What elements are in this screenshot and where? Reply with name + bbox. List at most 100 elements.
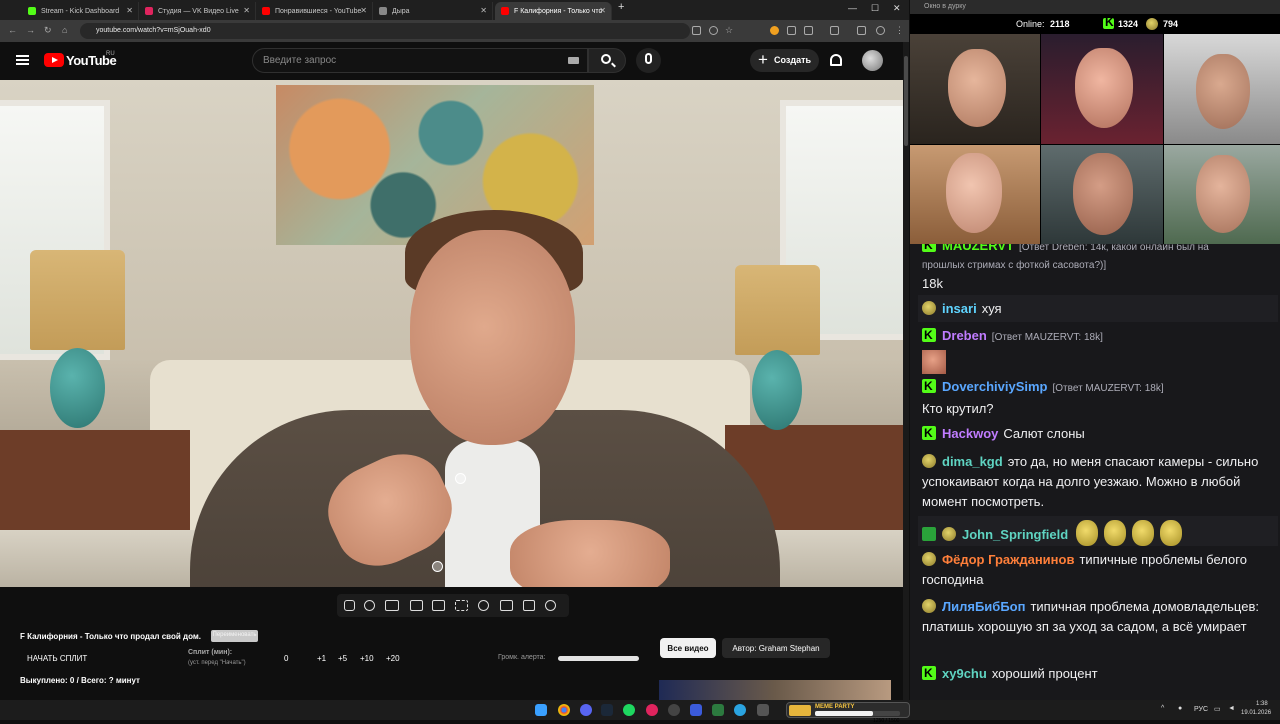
voice-search-button[interactable] (636, 48, 661, 73)
close-window-icon[interactable]: ✕ (893, 3, 901, 14)
chat-username[interactable]: dima_kgd (942, 454, 1003, 469)
chat-username[interactable]: Hackwoy (942, 426, 998, 441)
steam-icon[interactable] (601, 704, 613, 716)
create-button[interactable]: Создать (750, 49, 819, 72)
kick-badge-icon (922, 376, 936, 396)
bookmark-star-icon[interactable]: ☆ (725, 25, 733, 36)
reload-icon[interactable]: ↻ (44, 25, 52, 36)
page-favicon-icon (379, 7, 387, 15)
telegram-icon[interactable] (734, 704, 746, 716)
cast-icon[interactable] (692, 26, 701, 35)
back-icon[interactable]: ← (8, 25, 17, 35)
app-icon[interactable] (712, 704, 724, 716)
scrollbar-thumb[interactable] (904, 56, 908, 146)
youtube-logo-icon[interactable] (44, 53, 64, 67)
search-input[interactable]: Введите запрос (252, 48, 588, 73)
chat-username[interactable]: DoverchiviySimp (942, 379, 1048, 394)
avatar[interactable] (862, 50, 883, 71)
chat-username[interactable]: John_Springfield (962, 527, 1068, 542)
chat-username[interactable]: insari (942, 301, 977, 316)
search-button[interactable] (588, 48, 626, 73)
alert-volume-slider[interactable] (558, 656, 639, 661)
start-windows-icon[interactable] (535, 704, 547, 716)
app-icon[interactable] (757, 704, 769, 716)
chat-username[interactable]: Dreben (942, 328, 987, 343)
speed-icon[interactable] (478, 600, 489, 611)
page-scrollbar[interactable] (903, 42, 909, 700)
app-icon[interactable] (646, 704, 658, 716)
video-player[interactable] (0, 80, 903, 587)
new-tab-button[interactable]: + (618, 1, 624, 13)
rename-button[interactable]: Переименовать (211, 630, 258, 642)
extension-icon[interactable] (770, 26, 779, 35)
miniplayer-icon[interactable] (455, 600, 468, 611)
zoom-icon[interactable] (709, 26, 718, 35)
home-icon[interactable]: ⌂ (62, 25, 67, 35)
chrome-icon[interactable] (558, 704, 570, 716)
increment-10-button[interactable]: +10 (360, 654, 374, 663)
menu-dots-icon[interactable]: ⋮ (895, 25, 904, 36)
user-avatar-badge-icon (922, 552, 936, 566)
add-icon[interactable] (500, 600, 513, 611)
increment-5-button[interactable]: +5 (338, 654, 347, 663)
meme-party-value: 1250 / 1500 (873, 718, 900, 724)
profile-icon[interactable] (876, 26, 885, 35)
clock-date[interactable]: 19.01.2026 (1241, 710, 1271, 716)
chat-username[interactable]: xy9chu (942, 666, 987, 681)
tray-chevron-icon[interactable]: ^ (1161, 705, 1164, 712)
clock-time[interactable]: 1:38 (1256, 701, 1268, 707)
maximize-icon[interactable]: ☐ (871, 3, 879, 14)
online-count: 2118 (1050, 19, 1070, 29)
obs-icon[interactable] (668, 704, 680, 716)
tab-kick-dashboard[interactable]: Stream - Kick Dashboard ✕ (22, 2, 139, 20)
tab-close-icon[interactable]: ✕ (599, 6, 606, 15)
keyboard-icon[interactable] (568, 57, 579, 64)
settings-gear-icon[interactable] (545, 600, 556, 611)
network-icon[interactable]: ▭ (1214, 705, 1221, 713)
media-player-icon[interactable] (690, 704, 702, 716)
chat-reply: [Ответ MAUZERVT: 18k] (991, 332, 1103, 343)
puzzle-icon[interactable] (804, 26, 813, 35)
preview-icon[interactable] (385, 600, 399, 611)
tab-dyra[interactable]: Дыра ✕ (373, 2, 493, 20)
tab-close-icon[interactable]: ✕ (360, 6, 367, 15)
menu-icon[interactable] (16, 55, 29, 65)
chat-username[interactable]: ЛиляБибБоп (942, 599, 1025, 614)
author-chip[interactable]: Автор: Graham Stephan (722, 638, 830, 658)
tab-close-icon[interactable]: ✕ (126, 6, 133, 15)
split-value[interactable]: 0 (284, 654, 288, 663)
mic-tray-icon[interactable]: ● (1178, 705, 1182, 712)
tab-youtube-video[interactable]: F Калифорния - Только что ✕ (495, 2, 612, 20)
volume-icon[interactable]: ◄ (1228, 705, 1235, 712)
sidepanel-icon[interactable] (857, 26, 866, 35)
tab-youtube-liked[interactable]: Понравившиеся - YouTube ✕ (256, 2, 373, 20)
minimize-icon[interactable]: — (848, 3, 857, 13)
kick-badge-icon (922, 423, 936, 443)
chat-text: Кто крутил? (922, 401, 994, 416)
discord-icon[interactable] (580, 704, 592, 716)
screenshot-icon[interactable] (523, 600, 535, 611)
notifications-bell-icon[interactable] (830, 54, 842, 66)
film-icon[interactable] (410, 600, 423, 611)
all-videos-button[interactable]: Все видео (660, 638, 716, 658)
forward-icon[interactable]: → (26, 25, 35, 35)
chat-username[interactable]: MAUZERVT (942, 244, 1014, 253)
increment-1-button[interactable]: +1 (317, 654, 326, 663)
loop-icon[interactable] (344, 600, 355, 611)
tab-close-icon[interactable]: ✕ (243, 6, 250, 15)
increment-20-button[interactable]: +20 (386, 654, 400, 663)
start-split-button[interactable]: НАЧАТЬ СПЛИТ (27, 654, 87, 663)
language-indicator[interactable]: РУС (1194, 706, 1208, 713)
download-icon[interactable] (830, 26, 839, 35)
tab-vk-studio[interactable]: Студия — VK Видео Live ✕ (139, 2, 256, 20)
resize-icon[interactable] (432, 600, 445, 611)
tab-close-icon[interactable]: ✕ (480, 6, 487, 15)
video-thumbnail[interactable] (659, 680, 891, 700)
extension-icon[interactable] (787, 26, 796, 35)
webcam-grid (910, 34, 1280, 244)
meme-party-widget[interactable]: MEME PARTY 1250 / 1500 (786, 702, 910, 724)
broadcast-icon[interactable] (364, 600, 375, 611)
url-field[interactable]: youtube.com/watch?v=mSjOuah-xd0 (80, 23, 690, 39)
spotify-icon[interactable] (623, 704, 635, 716)
chat-username[interactable]: Фёдор Гражданинов (942, 552, 1074, 567)
